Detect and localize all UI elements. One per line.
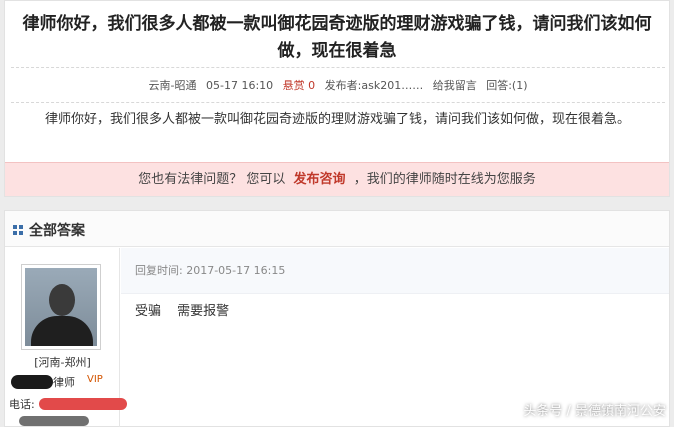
meta-bounty: 悬赏 0	[282, 79, 316, 92]
question-body: 律师你好，我们很多人都被一款叫御花园奇迹版的理财游戏骗了钱，请问我们该如何做，现…	[45, 112, 631, 127]
answers-header: 全部答案	[5, 211, 669, 247]
meta-author[interactable]: 发布者:ask201……	[325, 79, 424, 92]
lawyer-avatar[interactable]	[21, 264, 101, 350]
lawyer-phone: 电话:	[9, 396, 127, 412]
answer-text: 受骗 需要报警	[135, 300, 241, 319]
lawyer-location: [河南-郑州]	[34, 356, 91, 369]
lawyer-name-row[interactable]: 律师 VIP	[5, 374, 120, 390]
answer-text-2: 需要报警	[177, 304, 230, 319]
lawyer-profile: [河南-郑州] 律师 VIP 电话:	[5, 248, 127, 427]
question-card: 律师你好，我们很多人都被一款叫御花园奇迹版的理财游戏骗了钱，请问我们该如何做，现…	[4, 0, 670, 197]
answer-text-1: 受骗	[135, 304, 162, 319]
publish-consult-link[interactable]: 发布咨询	[294, 172, 346, 187]
question-meta: 云南-昭通 05-17 16:10 悬赏 0 发布者:ask201…… 给我留言…	[11, 67, 665, 103]
vip-badge: VIP	[87, 374, 103, 385]
redaction-mark	[11, 375, 53, 389]
answers-card: 全部答案 [河南-郑州] 律师 VIP 电话: 回复时间: 2017-05-17…	[4, 210, 670, 427]
answer-reply-time: 回复时间: 2017-05-17 16:15	[121, 248, 669, 294]
meta-location: 云南-昭通	[148, 79, 197, 92]
consult-prefix: 您也有法律问题？ 您可以	[138, 172, 286, 187]
meta-answer-count: 回答:(1)	[486, 79, 528, 92]
answers-title: 全部答案	[29, 223, 85, 239]
consult-banner: 您也有法律问题？ 您可以 发布咨询 ，我们的律师随时在线为您服务	[5, 162, 669, 196]
consult-suffix: ，我们的律师随时在线为您服务	[353, 172, 536, 187]
watermark: 头条号 / 景德镇南河公安	[523, 404, 666, 419]
redaction-mark-bottom	[19, 416, 89, 426]
lawyer-title: 律师	[53, 376, 75, 389]
phone-label: 电话:	[9, 398, 35, 411]
phone-redaction	[39, 398, 127, 410]
avatar-image	[25, 268, 97, 346]
grid-icon	[13, 225, 23, 235]
question-title: 律师你好，我们很多人都被一款叫御花园奇迹版的理财游戏骗了钱，请问我们该如何做，现…	[22, 14, 652, 61]
leave-message-link[interactable]: 给我留言	[433, 79, 477, 92]
meta-time: 05-17 16:10	[205, 79, 274, 92]
